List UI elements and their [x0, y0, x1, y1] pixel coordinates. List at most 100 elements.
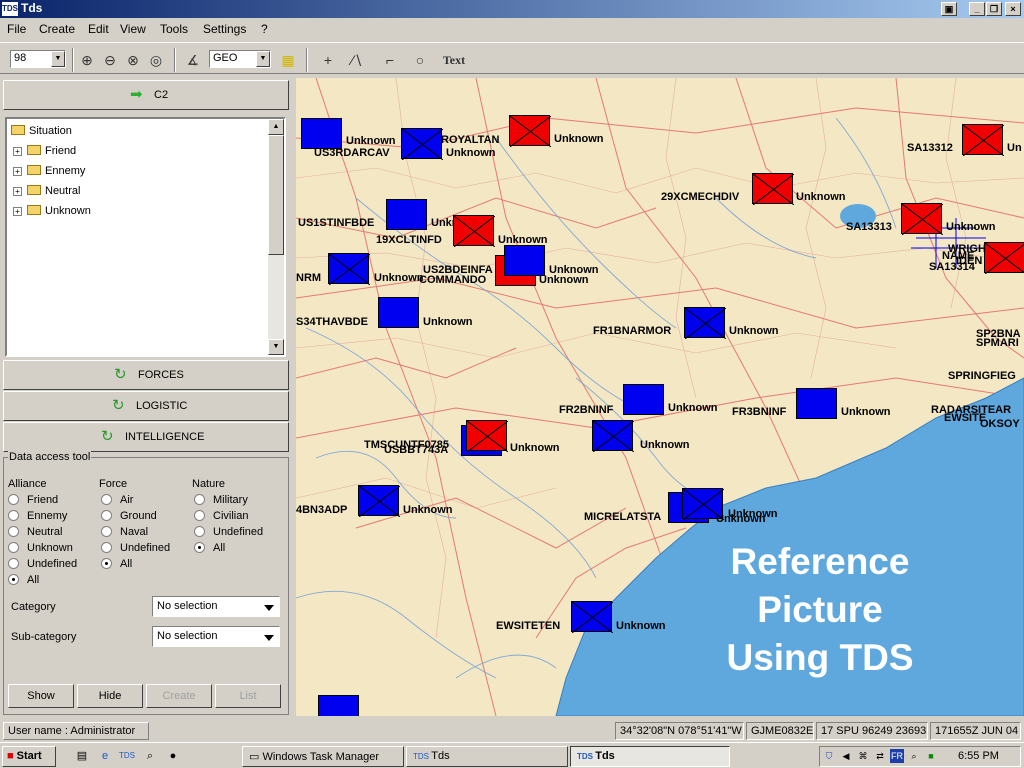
nature-military-radio[interactable]: Military: [194, 494, 248, 506]
alliance-undefined-radio[interactable]: Undefined: [8, 558, 77, 570]
chevron-down-icon[interactable]: ▼: [256, 51, 270, 67]
zoom-combo[interactable]: 98 ▼: [10, 50, 66, 68]
network-icon[interactable]: ⌘: [856, 749, 870, 763]
unit-symbol-friendly[interactable]: [796, 388, 837, 419]
magnifier-icon[interactable]: ⌕: [907, 749, 921, 763]
scroll-up-icon[interactable]: ▲: [268, 119, 284, 135]
subcategory-select[interactable]: No selection: [152, 626, 280, 647]
alliance-unknown-radio[interactable]: Unknown: [8, 542, 73, 554]
language-indicator[interactable]: FR: [890, 749, 904, 763]
alliance-neutral-radio[interactable]: Neutral: [8, 526, 62, 538]
tree-item-neutral[interactable]: + Neutral: [13, 185, 80, 197]
unit-symbol-hostile[interactable]: [984, 242, 1024, 274]
title-bar[interactable]: TDS Tds ▣ _ ❐ ×: [0, 0, 1024, 18]
browser-icon[interactable]: e: [97, 748, 113, 764]
show-desktop-icon[interactable]: ▤: [74, 748, 90, 764]
nature-undefined-radio[interactable]: Undefined: [194, 526, 263, 538]
measure-icon[interactable]: ∡: [183, 50, 203, 70]
alliance-ennemy-radio[interactable]: Ennemy: [8, 510, 67, 522]
polyline-tool-icon[interactable]: ∕∖: [347, 50, 367, 70]
start-button[interactable]: ■ Start: [2, 746, 56, 767]
taskbar-tds-2[interactable]: TDS Tds: [570, 746, 730, 767]
shield-icon[interactable]: ⛉: [822, 749, 836, 763]
unit-symbol-friendly[interactable]: [378, 297, 419, 328]
scroll-down-icon[interactable]: ▼: [268, 339, 284, 355]
unit-symbol-friendly[interactable]: [401, 128, 443, 160]
show-button[interactable]: Show: [8, 684, 74, 708]
unit-symbol-hostile[interactable]: [901, 203, 943, 235]
tree-item-unknown[interactable]: + Unknown: [13, 205, 91, 217]
unit-symbol-friendly[interactable]: [504, 245, 545, 276]
menu-help[interactable]: ?: [261, 22, 268, 36]
tree-item-ennemy[interactable]: + Ennemy: [13, 165, 85, 177]
unit-symbol-friendly[interactable]: [328, 253, 370, 285]
force-naval-radio[interactable]: Naval: [101, 526, 148, 538]
volume-icon[interactable]: ◀: [839, 749, 853, 763]
list-button[interactable]: List: [215, 684, 281, 708]
minimize-button[interactable]: _: [969, 2, 985, 16]
menu-edit[interactable]: Edit: [88, 22, 109, 36]
unit-symbol-hostile[interactable]: [752, 173, 794, 205]
unit-symbol-friendly[interactable]: [301, 118, 342, 149]
alliance-friend-radio[interactable]: Friend: [8, 494, 58, 506]
menu-create[interactable]: Create: [39, 22, 75, 36]
hide-button[interactable]: Hide: [77, 684, 143, 708]
logistic-button[interactable]: ↻ LOGISTIC: [3, 391, 289, 421]
coord-system-combo[interactable]: GEO ▼: [209, 50, 271, 68]
unit-symbol-hostile[interactable]: [453, 215, 495, 247]
scroll-thumb[interactable]: [268, 135, 284, 255]
force-air-radio[interactable]: Air: [101, 494, 133, 506]
menu-settings[interactable]: Settings: [203, 22, 246, 36]
status-icon[interactable]: ■: [924, 749, 938, 763]
expand-icon[interactable]: +: [13, 167, 22, 176]
unit-symbol-friendly[interactable]: [684, 307, 726, 339]
nature-civilian-radio[interactable]: Civilian: [194, 510, 248, 522]
unit-symbol-friendly[interactable]: [386, 199, 427, 230]
point-tool-icon[interactable]: +: [318, 50, 338, 70]
unit-symbol-hostile[interactable]: [509, 115, 551, 147]
situation-tree[interactable]: Situation + Friend + Ennemy + Neutral + Unkn…: [5, 117, 286, 357]
close-button[interactable]: ×: [1005, 2, 1021, 16]
zoom-window-icon[interactable]: ◎: [146, 50, 166, 70]
zoom-out-icon[interactable]: ⊖: [100, 50, 120, 70]
tree-item-friend[interactable]: + Friend: [13, 145, 76, 157]
system-icon[interactable]: ▣: [941, 2, 957, 16]
unit-symbol-friendly[interactable]: [592, 420, 634, 452]
unit-symbol-friendly[interactable]: [623, 384, 664, 415]
unit-symbol-friendly[interactable]: [358, 485, 400, 517]
menu-file[interactable]: File: [7, 22, 26, 36]
circle-tool-icon[interactable]: ○: [410, 50, 430, 70]
media-icon[interactable]: ●: [165, 748, 181, 764]
menu-view[interactable]: View: [120, 22, 146, 36]
menu-tools[interactable]: Tools: [160, 22, 188, 36]
tree-item-situation[interactable]: Situation: [11, 125, 72, 137]
create-button[interactable]: Create: [146, 684, 212, 708]
force-ground-radio[interactable]: Ground: [101, 510, 157, 522]
text-tool-button[interactable]: Text: [437, 50, 471, 70]
taskbar-tds-1[interactable]: TDS Tds: [406, 746, 568, 767]
usb-icon[interactable]: ⇄: [873, 749, 887, 763]
category-select[interactable]: No selection: [152, 596, 280, 617]
expand-icon[interactable]: +: [13, 147, 22, 156]
polygon-tool-icon[interactable]: ⌐: [380, 50, 400, 70]
unit-symbol-hostile[interactable]: [466, 420, 508, 452]
expand-icon[interactable]: +: [13, 187, 22, 196]
force-all-radio[interactable]: All: [101, 558, 132, 570]
maximize-button[interactable]: ❐: [986, 2, 1002, 16]
expand-icon[interactable]: +: [13, 207, 22, 216]
alliance-all-radio[interactable]: All: [8, 574, 39, 586]
center-icon[interactable]: ⊕: [77, 50, 97, 70]
zoom-in-icon[interactable]: ⊗: [123, 50, 143, 70]
forces-button[interactable]: ↻ FORCES: [3, 360, 289, 390]
chevron-down-icon[interactable]: ▼: [51, 51, 65, 67]
grid-icon[interactable]: ▦: [278, 50, 298, 70]
unit-symbol-friendly[interactable]: [571, 601, 613, 633]
search-icon[interactable]: ⌕: [142, 748, 158, 764]
nature-all-radio[interactable]: All: [194, 542, 225, 554]
unit-symbol-hostile[interactable]: [962, 124, 1004, 156]
tactical-map[interactable]: Unknown US3RDARCAV ROYALTAN Unknown Unkn…: [296, 78, 1024, 716]
tree-scrollbar[interactable]: ▲ ▼: [268, 119, 284, 355]
unit-symbol-friendly[interactable]: [318, 695, 359, 716]
force-undefined-radio[interactable]: Undefined: [101, 542, 170, 554]
taskbar-task-manager[interactable]: ▭ Windows Task Manager: [242, 746, 404, 767]
